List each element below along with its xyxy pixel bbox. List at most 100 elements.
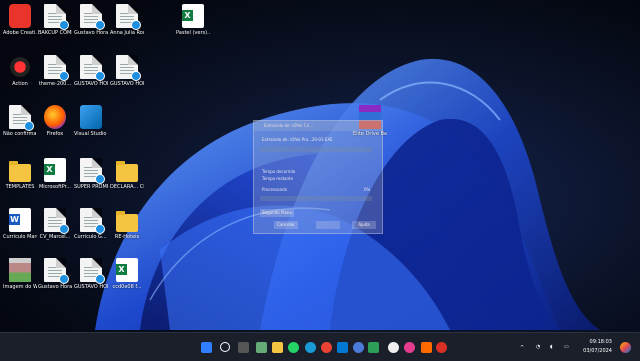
desktop-icon[interactable]: GUSTAVO HORACY A... — [74, 55, 108, 87]
desktop-icon-label: Firefox — [46, 131, 64, 137]
desktop-icon-label: SUPER PROMPT.txt — [74, 184, 108, 190]
whatsapp-icon[interactable] — [288, 342, 299, 353]
chrome-profile-icon[interactable] — [436, 342, 447, 353]
edge-icon[interactable] — [305, 342, 316, 353]
help-button[interactable]: Ajuda — [352, 221, 376, 229]
copilot-icon[interactable] — [620, 342, 631, 353]
desktop-icon-label: ccd0e08 f... — [112, 284, 142, 290]
extract-source-text: Extraindo de: iOfek Pro...20-03.EXE — [262, 137, 333, 142]
desktop-icon-label: DECLARA... CRIPTO — [110, 184, 144, 190]
folder-icon — [116, 161, 138, 182]
desktop-icon-label: MicrosoftPr... — [38, 184, 72, 190]
desktop-icon[interactable]: X Pastel (vers)... — [176, 4, 210, 36]
task-view-icon[interactable] — [238, 342, 249, 353]
folder-icon — [116, 211, 138, 232]
volume-icon[interactable]: ◖ — [550, 344, 553, 350]
start-menu-icon[interactable] — [201, 342, 212, 353]
firefox-icon — [44, 105, 66, 129]
app-icon[interactable] — [421, 342, 432, 353]
cancel-button[interactable]: Cancelar — [274, 221, 298, 229]
desktop-icon[interactable]: Gustavo Horacy Op... — [74, 4, 108, 36]
file-explorer-icon[interactable] — [272, 342, 283, 353]
desktop-icon-label: Pastel (vers)... — [176, 30, 210, 36]
document-icon — [80, 158, 105, 184]
desktop-icon[interactable]: Visual Studio Code — [74, 105, 108, 137]
word-file-icon: W — [9, 208, 31, 232]
taskbar: ^ ◔ ◖ ▭ 09:18:03 03/07/2024 — [0, 332, 640, 361]
chrome-alt-icon[interactable] — [388, 342, 399, 353]
desktop-icon[interactable]: Action — [3, 55, 37, 87]
desktop-icon[interactable]: GUSTAVO HORACY.pdf — [110, 55, 144, 87]
desktop-icon-label: Adobe Creati... — [3, 30, 37, 36]
store-icon[interactable] — [337, 342, 348, 353]
desktop-icon-label: Gustavo Horacy Rep... — [38, 284, 72, 290]
desktop-icon[interactable]: SUPER PROMPT.txt — [74, 158, 108, 190]
desktop-icon-label: Anna Julia Rocha H... — [110, 30, 144, 36]
processing-label: Processando — [262, 187, 288, 192]
desktop-icon-label: GUSTAVO HORACY... — [74, 284, 108, 290]
clock-time[interactable]: 09:18:03 — [584, 339, 612, 345]
folder-icon — [9, 161, 31, 182]
widgets-icon[interactable] — [256, 342, 267, 353]
chrome-icon[interactable] — [321, 342, 332, 353]
battery-icon[interactable]: ▭ — [564, 344, 569, 350]
desktop-icon[interactable]: theme-200... — [38, 55, 72, 87]
desktop-icon[interactable]: RE-Hoteis — [110, 208, 144, 240]
desktop-icon-label: Curriculo G... T...pdf — [74, 234, 108, 240]
desktop-icon[interactable]: Anna Julia Rocha H... — [110, 4, 144, 36]
desktop-icon[interactable]: CV_Marcel... — [38, 208, 72, 240]
desktop-icon-label: GUSTAVO HORACY A... — [74, 81, 108, 87]
background-button[interactable]: Segundo Plano — [260, 209, 294, 217]
desktop-icon-label: Imagem do WhatsApp ... — [3, 284, 37, 290]
document-icon — [44, 4, 69, 30]
desktop-icon[interactable]: Curriculo G... T...pdf — [74, 208, 108, 240]
document-icon — [80, 4, 105, 30]
photos-icon[interactable] — [404, 342, 415, 353]
percent-text: 0% — [364, 187, 371, 192]
desktop-icon-label: RE-Hoteis — [114, 234, 140, 240]
desktop-icon[interactable]: X MicrosoftPr... — [38, 158, 72, 190]
document-icon — [80, 258, 105, 284]
document-icon — [44, 208, 69, 234]
desktop-icon-label: Curriculo Marcela.docx — [3, 234, 37, 240]
total-progress-bar — [260, 196, 372, 201]
document-icon — [9, 105, 34, 131]
extract-progress-dialog[interactable]: Extraindo de: iOfek Cri... Extraindo de:… — [253, 120, 383, 234]
adobe-icon — [9, 4, 31, 28]
search-icon[interactable] — [220, 342, 230, 352]
document-icon — [80, 208, 105, 234]
desktop-icon[interactable]: Gustavo Horacy Rep... — [38, 258, 72, 290]
excel-icon[interactable] — [368, 342, 379, 353]
excel-file-icon: X — [44, 158, 66, 182]
desktop-icon-label: BAKCUP COMEXBE... — [38, 30, 72, 36]
wifi-icon[interactable]: ◔ — [536, 344, 540, 350]
desktop-icon-label: Não confirma... — [3, 131, 37, 137]
desktop-icon[interactable]: TEMPLATES — [3, 158, 37, 190]
desktop-icon-label: CV_Marcel... — [39, 234, 71, 240]
remaining-label: Tempo restante — [262, 176, 294, 181]
dialog-title: Extraindo de: iOfek Cri... — [254, 121, 382, 131]
desktop-icon[interactable]: DECLARA... CRIPTO — [110, 158, 144, 190]
desktop-icon[interactable]: Imagem do WhatsApp ... — [3, 258, 37, 290]
document-icon — [80, 55, 105, 81]
clock-date[interactable]: 03/07/2024 — [578, 348, 612, 354]
desktop-icon[interactable]: Firefox — [38, 105, 72, 137]
desktop-icon[interactable]: GUSTAVO HORACY... — [74, 258, 108, 290]
document-icon — [116, 4, 141, 30]
desktop-icon[interactable]: Adobe Creati... — [3, 4, 37, 36]
excel-file-icon: X — [116, 258, 138, 282]
desktop-icon-label: theme-200... — [38, 81, 72, 87]
chevron-up-icon[interactable]: ^ — [520, 345, 524, 351]
desktop-icon[interactable]: W Curriculo Marcela.docx — [3, 208, 37, 240]
desktop-icon[interactable]: Não confirma... — [3, 105, 37, 137]
desktop-icon[interactable]: BAKCUP COMEXBE... — [38, 4, 72, 36]
document-icon — [44, 258, 69, 284]
settings-icon[interactable] — [353, 342, 364, 353]
pause-button[interactable] — [316, 221, 340, 229]
excel-file-icon: X — [182, 4, 204, 28]
elapsed-label: Tempo decorrido — [262, 169, 296, 174]
desktop-icon-label: Visual Studio Code — [74, 131, 108, 137]
desktop-icon[interactable]: Xccd0e08 f... — [110, 258, 144, 290]
document-icon — [44, 55, 69, 81]
desktop-icon-label: Gustavo Horacy Op... — [74, 30, 108, 36]
